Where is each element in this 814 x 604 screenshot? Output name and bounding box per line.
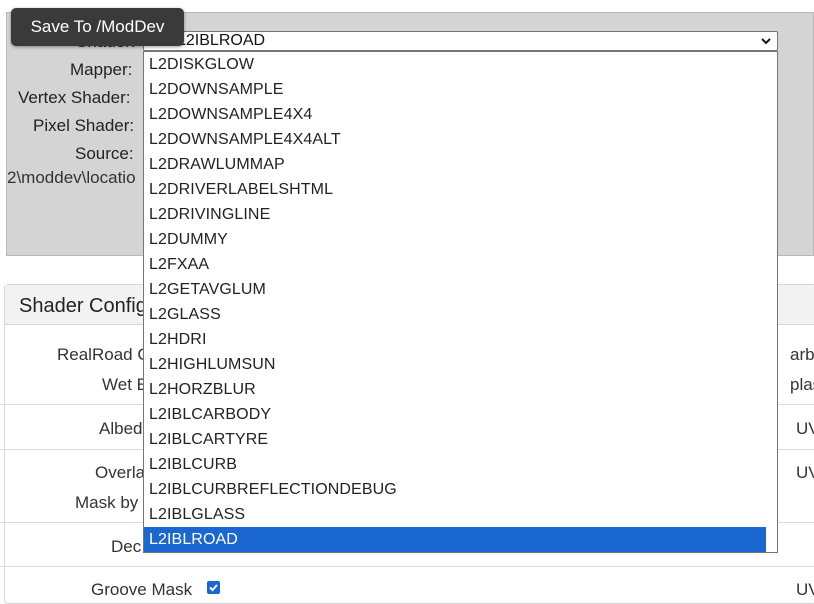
dropdown-option[interactable]: L2DOWNSAMPLE [144, 77, 766, 102]
save-to-moddev-button[interactable]: Save To /ModDev [11, 8, 184, 46]
dropdown-option[interactable]: L2IBLROAD [144, 527, 766, 552]
dropdown-option[interactable]: L2HDRI [144, 327, 766, 352]
dropdown-option[interactable]: L2DRIVINGLINE [144, 202, 766, 227]
marbles-label: arbles [790, 345, 814, 364]
mask-by-label: Mask by [75, 493, 139, 512]
shader-dropdown-list[interactable]: L2DISKGLOW L2DOWNSAMPLE L2DOWNSAMPLE4X4 L2D… [143, 51, 778, 553]
vertex-shader-label: Vertex Shader: [18, 88, 131, 107]
dropdown-option[interactable]: L2GETAVGLUM [144, 277, 766, 302]
decal-label: Dec [111, 537, 142, 556]
shader-select-value: L2IBLROAD [177, 32, 266, 49]
uv-label: UV [796, 580, 814, 599]
groove-mask-checkbox[interactable] [207, 581, 220, 594]
dropdown-option[interactable]: L2DOWNSAMPLE4X4 [144, 102, 766, 127]
dropdown-option[interactable]: L2HORZBLUR [144, 377, 766, 402]
pixel-shader-label: Pixel Shader: [33, 116, 135, 135]
dropdown-option[interactable]: L2IBLCARBODY [144, 402, 766, 427]
shader-select[interactable]: L2IBLROAD [143, 31, 778, 51]
dropdown-scrollbar[interactable] [766, 52, 777, 552]
mapper-label: Mapper: [70, 60, 133, 79]
uv-label: UV [796, 419, 814, 438]
realroad-label: RealRoad C [57, 345, 150, 364]
overlay-label: Overla [95, 463, 146, 482]
groove-mask-label: Groove Mask [91, 580, 193, 599]
splash-label: plash [790, 375, 814, 394]
chevron-down-icon [761, 38, 771, 45]
shader-config-title: Shader Config [19, 295, 147, 317]
row-divider [0, 566, 814, 567]
dropdown-option[interactable]: L2IBLGLASS [144, 502, 766, 527]
dropdown-option[interactable]: L2GLASS [144, 302, 766, 327]
dropdown-option[interactable]: L2IBLCURBREFLECTIONDEBUG [144, 477, 766, 502]
uv-label: UV [796, 463, 814, 482]
source-path: 2\moddev\locatio [7, 168, 136, 187]
source-label: Source: [75, 144, 134, 163]
dropdown-option[interactable]: L2DISKGLOW [144, 52, 766, 77]
dropdown-option[interactable]: L2IBLCURB [144, 452, 766, 477]
dropdown-option[interactable]: L2DRAWLUMMAP [144, 152, 766, 177]
albedo-label: Albed [99, 419, 143, 438]
dropdown-option[interactable]: L2DOWNSAMPLE4X4ALT [144, 127, 766, 152]
dropdown-option[interactable]: L2HIGHLUMSUN [144, 352, 766, 377]
check-icon [209, 584, 218, 592]
dropdown-option[interactable]: L2FXAA [144, 252, 766, 277]
dropdown-option[interactable]: L2DRIVERLABELSHTML [144, 177, 766, 202]
wet-label: Wet E [102, 375, 148, 394]
dropdown-option[interactable]: L2DUMMY [144, 227, 766, 252]
dropdown-option[interactable]: L2IBLCARTYRE [144, 427, 766, 452]
